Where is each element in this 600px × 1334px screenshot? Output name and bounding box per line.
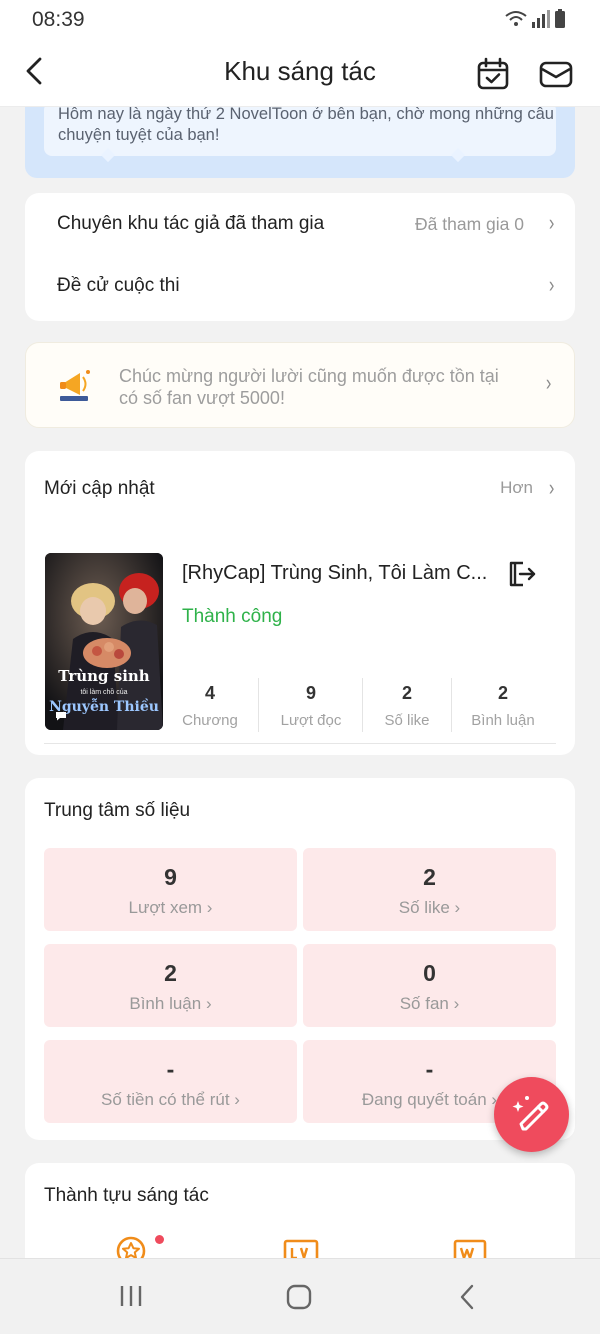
tile-likes[interactable]: 2 Số like ›	[303, 848, 556, 931]
divider	[258, 678, 259, 732]
divider	[362, 678, 363, 732]
home-icon[interactable]	[285, 1283, 313, 1311]
stat-chapters: 4 Chương	[170, 683, 250, 729]
tile-label: Số like	[398, 898, 450, 917]
recent-apps-icon[interactable]	[118, 1283, 144, 1309]
tile-value: -	[166, 1056, 175, 1082]
chevron-right-icon: ›	[453, 994, 460, 1013]
chevron-right-icon: ›	[548, 475, 555, 500]
more-link[interactable]: Hơn ›	[465, 475, 555, 505]
tile-value: 0	[423, 960, 436, 986]
chevron-right-icon: ›	[205, 994, 212, 1013]
tile-withdrawable[interactable]: - Số tiền có thể rút ›	[44, 1040, 297, 1123]
tile-label: Số fan	[399, 994, 449, 1013]
chevron-right-icon: ›	[454, 898, 461, 917]
nav-back-icon[interactable]	[458, 1283, 476, 1311]
cover-subtitle: tôi làm chồ của	[80, 689, 128, 696]
tile-value: 2	[164, 960, 177, 986]
book-cover[interactable]: Trùng sinh tôi làm chồ của Nguyễn Thiều	[45, 553, 163, 730]
welcome-banner: Hôm nay là ngày thứ 2 NovelToon ở bên bạ…	[25, 106, 575, 178]
author-zone-row[interactable]: Chuyên khu tác giả đã tham gia Đã tham g…	[25, 193, 575, 255]
author-zone-label: Chuyên khu tác giả đã tham gia	[57, 213, 325, 234]
stat-value: 2	[401, 683, 412, 703]
stat-value: 2	[497, 683, 508, 703]
megaphone-icon	[60, 370, 90, 401]
tile-label: Đang quyết toán	[361, 1090, 487, 1109]
stat-label: Chương	[182, 712, 238, 729]
stat-label: Bình luận	[471, 712, 535, 729]
divider	[44, 743, 556, 744]
stat-label: Lượt đọc	[280, 712, 342, 729]
achievements-title: Thành tựu sáng tác	[44, 1185, 209, 1206]
tile-value: 9	[164, 864, 177, 890]
signal-icon	[532, 10, 550, 28]
pencil-sparkle-icon	[512, 1096, 549, 1131]
tile-label: Số tiền có thể rút	[101, 1090, 230, 1109]
chat-bubble-icon	[56, 712, 66, 721]
author-menu-card: Chuyên khu tác giả đã tham gia Đã tham g…	[25, 193, 575, 321]
divider	[451, 678, 452, 732]
tile-label: Lượt xem	[128, 898, 203, 917]
stat-value: 9	[305, 683, 316, 703]
book-title[interactable]: [RhyCap] Trùng Sinh, Tôi Làm C...	[182, 562, 502, 585]
chevron-right-icon: ›	[548, 272, 555, 297]
tile-value: 2	[423, 864, 436, 890]
page-title: Khu sáng tác	[224, 56, 376, 86]
contest-label: Đề cử cuộc thi	[57, 275, 180, 296]
tile-comments[interactable]: 2 Bình luận ›	[44, 944, 297, 1027]
stat-reads: 9 Lượt đọc	[268, 683, 354, 729]
write-fab-button[interactable]	[494, 1077, 569, 1152]
chevron-right-icon: ›	[234, 1090, 240, 1109]
recent-update-title: Mới cập nhật	[44, 478, 155, 499]
stat-comments: 2 Bình luận	[456, 683, 550, 729]
wifi-icon	[505, 11, 527, 26]
tile-label: Bình luận	[129, 994, 202, 1013]
stat-label: Số like	[384, 712, 430, 729]
notification-dot	[155, 1235, 164, 1244]
banner-message: Hôm nay là ngày thứ 2 NovelToon ở bên bạ…	[58, 106, 554, 144]
battery-icon	[555, 9, 565, 28]
more-label: Hơn	[500, 478, 533, 497]
system-nav-bar	[0, 1258, 600, 1334]
cover-title: Trùng sinh	[58, 667, 150, 685]
stat-value: 4	[204, 683, 215, 703]
system-status-icons	[505, 9, 565, 28]
status-time: 08:39	[32, 8, 85, 31]
fan-milestone-notice[interactable]: Chúc mừng người lười cũng muốn được tồn …	[25, 342, 575, 428]
stat-likes: 2 Số like	[366, 683, 448, 729]
author-zone-value: Đã tham gia 0	[415, 214, 524, 234]
tile-views[interactable]: 9 Lượt xem ›	[44, 848, 297, 931]
notice-text: Chúc mừng người lười cũng muốn được tồn …	[119, 366, 499, 408]
calendar-check-icon[interactable]	[476, 57, 510, 91]
contest-row[interactable]: Đề cử cuộc thi ›	[25, 259, 575, 321]
chevron-right-icon: ›	[545, 370, 552, 395]
data-center-title: Trung tâm số liệu	[44, 800, 191, 821]
tile-fans[interactable]: 0 Số fan ›	[303, 944, 556, 1027]
chevron-right-icon: ›	[206, 898, 213, 917]
chevron-right-icon: ›	[548, 210, 555, 235]
mail-icon[interactable]	[538, 57, 574, 91]
app-header: Khu sáng tác	[0, 40, 600, 107]
exit-edit-icon[interactable]	[507, 559, 537, 589]
status-bar: 08:39	[0, 0, 600, 40]
data-center-card: Trung tâm số liệu 9 Lượt xem › 2 Số like…	[25, 778, 575, 1140]
book-status: Thành công	[182, 606, 283, 627]
